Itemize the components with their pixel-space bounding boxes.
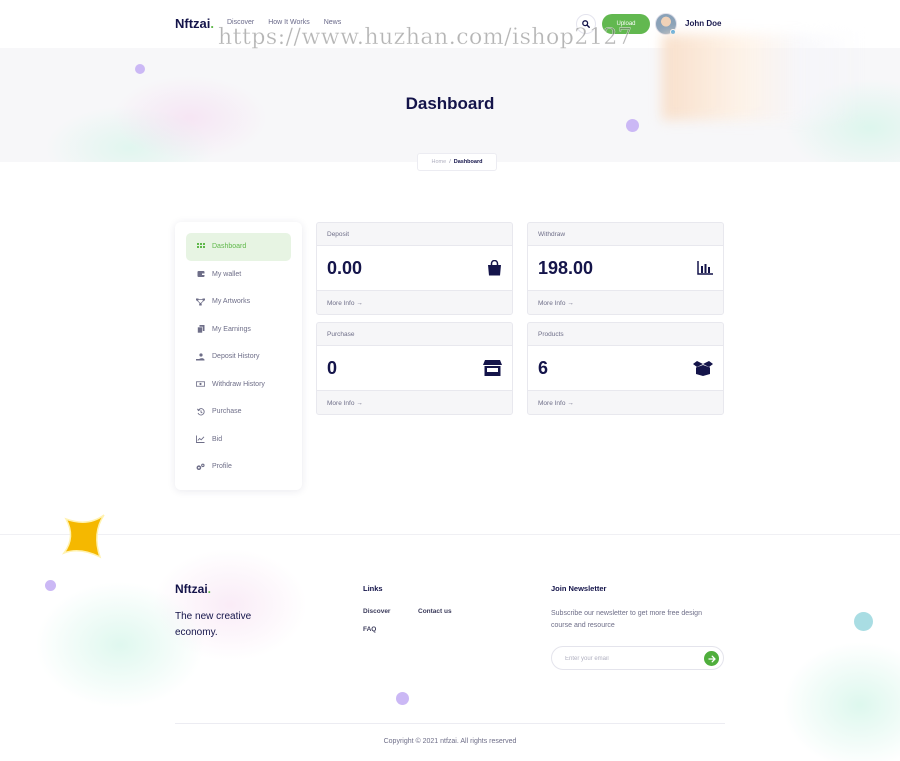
page-title: Dashboard xyxy=(405,94,495,113)
footer-link-contact-us[interactable]: Contact us xyxy=(418,608,452,615)
breadcrumb-home-link[interactable]: Home xyxy=(432,159,447,165)
decor-bubble xyxy=(135,64,145,74)
brand-logo[interactable]: Nftzai. xyxy=(175,16,214,31)
breadcrumb-separator: / xyxy=(449,159,451,165)
card-title: Purchase xyxy=(317,323,512,346)
brand-logo-text: Nftzai xyxy=(175,16,211,31)
breadcrumb-current: Dashboard xyxy=(453,159,483,165)
box-open-icon xyxy=(693,360,713,376)
sidebar-item-label: Deposit History xyxy=(212,353,260,361)
more-info-label: More Info xyxy=(538,299,566,307)
sidebar-item-withdraw-history[interactable]: Withdraw History xyxy=(186,371,291,399)
decor-bubble xyxy=(854,612,873,631)
stat-card-deposit: Deposit 0.00 More Info → xyxy=(316,222,513,315)
hand-coin-icon xyxy=(196,352,205,361)
more-info-label: More Info xyxy=(538,399,566,407)
copyright-divider xyxy=(175,723,725,724)
brand-logo-dot: . xyxy=(210,16,215,31)
sidebar-item-my-wallet[interactable]: My wallet xyxy=(186,261,291,289)
nav-link-news[interactable]: News xyxy=(324,19,342,26)
more-info-link[interactable]: More Info → xyxy=(528,391,723,414)
decor-bubble xyxy=(396,692,409,705)
arrow-right-icon: → xyxy=(354,399,363,407)
card-title: Deposit xyxy=(317,223,512,246)
copyright-text: Copyright © 2021 ntfzai. All rights rese… xyxy=(383,738,517,745)
card-body: 198.00 xyxy=(528,246,723,291)
footer-tagline: The new creative economy. xyxy=(175,611,252,638)
more-info-link[interactable]: More Info → xyxy=(528,291,723,314)
decor-bubble xyxy=(626,119,639,132)
sidebar-item-my-artworks[interactable]: My Artworks xyxy=(186,288,291,316)
decor-bubble xyxy=(45,580,56,591)
footer-logo-text: Nftzai xyxy=(175,582,208,596)
sidebar-item-purchase[interactable]: Purchase xyxy=(186,398,291,426)
newsletter-email-input[interactable] xyxy=(565,652,695,665)
sidebar-item-label: Purchase xyxy=(212,408,242,416)
stat-card-products: Products 6 More Info → xyxy=(527,322,724,415)
sidebar-item-label: Dashboard xyxy=(212,243,247,251)
more-info-label: More Info xyxy=(327,399,355,407)
arrow-right-icon xyxy=(707,655,716,662)
card-body: 0 xyxy=(317,346,512,391)
store-icon xyxy=(483,360,502,376)
wallet-icon xyxy=(196,270,205,279)
shopping-bag-icon xyxy=(488,260,501,276)
breadcrumb: Home / Dashboard xyxy=(417,153,497,171)
card-body: 0.00 xyxy=(317,246,512,291)
more-info-link[interactable]: More Info → xyxy=(317,291,512,314)
dashboard-sidebar: Dashboard My wallet My Artworks My Earni… xyxy=(175,222,302,490)
arrow-right-icon: → xyxy=(354,299,363,307)
card-value: 198.00 xyxy=(538,257,594,278)
stat-card-withdraw: Withdraw 198.00 More Info → xyxy=(527,222,724,315)
footer-link-discover[interactable]: Discover xyxy=(363,608,390,615)
more-info-label: More Info xyxy=(327,299,355,307)
sidebar-item-dashboard[interactable]: Dashboard xyxy=(186,233,291,261)
nav-link-how-it-works[interactable]: How It Works xyxy=(268,19,310,26)
card-title: Withdraw xyxy=(528,223,723,246)
arrow-right-icon: → xyxy=(565,399,574,407)
line-chart-icon xyxy=(196,435,205,444)
sidebar-item-label: My wallet xyxy=(212,270,242,278)
arrow-right-icon: → xyxy=(565,299,574,307)
newsletter-submit-button[interactable] xyxy=(704,651,719,666)
sidebar-item-deposit-history[interactable]: Deposit History xyxy=(186,343,291,371)
sidebar-item-label: Withdraw History xyxy=(212,380,265,388)
footer-logo[interactable]: Nftzai. xyxy=(175,582,211,596)
more-info-link[interactable]: More Info → xyxy=(317,391,512,414)
footer-links-heading: Links xyxy=(363,584,383,593)
star-shape-icon xyxy=(61,514,105,559)
newsletter-form xyxy=(551,646,724,670)
upload-button[interactable]: Upload xyxy=(602,14,650,34)
sidebar-item-label: Profile xyxy=(212,463,232,471)
search-icon xyxy=(582,20,590,28)
user-name[interactable]: John Doe xyxy=(685,19,721,28)
sidebar-item-my-earnings[interactable]: My Earnings xyxy=(186,316,291,344)
newsletter-heading: Join Newsletter xyxy=(551,584,607,593)
sidebar-item-label: My Earnings xyxy=(212,325,251,333)
sidebar-item-bid[interactable]: Bid xyxy=(186,426,291,454)
nav-link-discover[interactable]: Discover xyxy=(227,19,254,26)
nodes-icon xyxy=(196,297,205,306)
sidebar-item-label: My Artworks xyxy=(212,298,251,306)
money-bill-icon xyxy=(196,380,205,389)
history-icon xyxy=(196,407,205,416)
footer-background xyxy=(0,535,900,761)
newsletter-description: Subscribe our newsletter to get more fre… xyxy=(551,610,702,629)
card-value: 6 xyxy=(538,357,549,378)
footer-logo-dot: . xyxy=(207,582,212,596)
search-button[interactable] xyxy=(576,14,596,34)
grid-icon xyxy=(196,242,205,251)
sidebar-item-label: Bid xyxy=(212,435,223,443)
card-value: 0.00 xyxy=(327,257,363,278)
card-title: Products xyxy=(528,323,723,346)
sidebar-item-profile[interactable]: Profile xyxy=(186,453,291,481)
footer-link-faq[interactable]: FAQ xyxy=(363,626,376,633)
bar-chart-icon xyxy=(697,261,713,275)
main-nav: Discover How It Works News xyxy=(227,19,341,26)
card-body: 6 xyxy=(528,346,723,391)
files-icon xyxy=(196,325,205,334)
cogs-icon xyxy=(196,462,205,471)
card-value: 0 xyxy=(327,357,338,378)
stat-card-purchase: Purchase 0 More Info → xyxy=(316,322,513,415)
